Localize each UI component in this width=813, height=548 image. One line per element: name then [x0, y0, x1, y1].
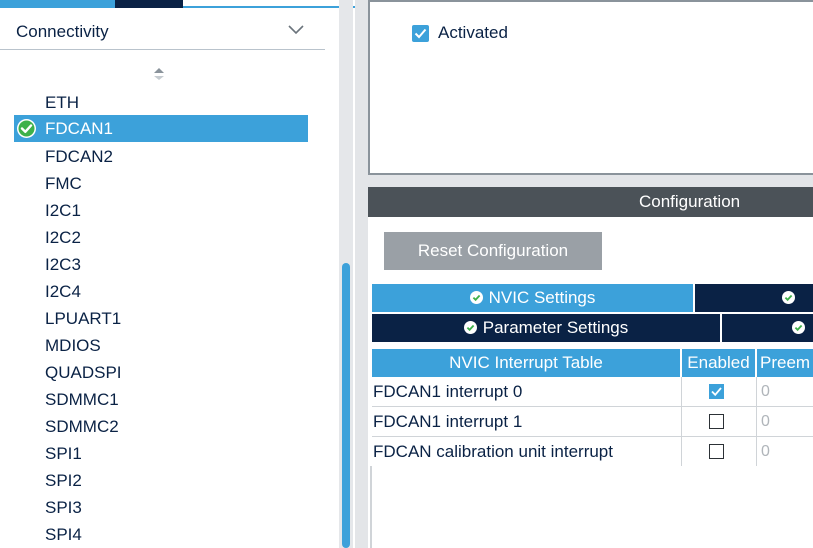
sort-icon[interactable]: [153, 67, 165, 81]
peripheral-item-i2c2[interactable]: I2C2: [45, 225, 81, 251]
column-header-enabled[interactable]: Enabled: [682, 349, 756, 377]
cell-divider: [681, 377, 682, 407]
check-circle-icon: [17, 119, 36, 138]
mode-panel: [368, 0, 813, 175]
interrupt-name: FDCAN1 interrupt 1: [373, 412, 523, 431]
panel-splitter[interactable]: [355, 0, 368, 548]
reset-configuration-button[interactable]: Reset Configuration: [384, 232, 602, 270]
interrupt-name: FDCAN calibration unit interrupt: [373, 442, 613, 461]
activated-checkbox[interactable]: [412, 25, 429, 42]
tab-parameter-settings[interactable]: Parameter Settings: [372, 314, 720, 342]
tab-az-strip[interactable]: [115, 0, 183, 8]
configuration-header: [368, 187, 813, 217]
peripheral-item-sdmmc1[interactable]: SDMMC1: [45, 387, 119, 413]
peripheral-item-sdmmc2[interactable]: SDMMC2: [45, 414, 119, 440]
cell-divider: [681, 437, 682, 467]
check-circle-icon: [782, 291, 795, 304]
preemption-priority[interactable]: 0: [761, 407, 770, 437]
category-label: Connectivity: [16, 22, 109, 41]
enabled-checkbox[interactable]: [709, 384, 724, 399]
peripheral-item-spi3[interactable]: SPI3: [45, 495, 82, 521]
table-empty-area: [370, 466, 813, 548]
peripheral-item-fdcan2[interactable]: FDCAN2: [45, 144, 113, 170]
tab-gpio-settings[interactable]: [695, 284, 813, 312]
cell-divider: [756, 437, 757, 467]
peripheral-item-i2c4[interactable]: I2C4: [45, 279, 81, 305]
peripheral-item-fmc[interactable]: FMC: [45, 171, 82, 197]
enabled-checkbox[interactable]: [709, 414, 724, 429]
peripheral-item-i2c1[interactable]: I2C1: [45, 198, 81, 224]
activated-label: Activated: [438, 23, 508, 42]
tab-strip-underline: [183, 0, 355, 8]
chevron-down-icon[interactable]: [287, 23, 305, 37]
category-dropdown[interactable]: Connectivity: [0, 14, 325, 50]
tab-label: Parameter Settings: [482, 318, 629, 337]
sidebar-scrollbar-thumb[interactable]: [342, 263, 350, 548]
column-header-interrupt[interactable]: NVIC Interrupt Table: [372, 349, 681, 377]
cell-divider: [681, 407, 682, 437]
column-header-preemption[interactable]: Preem: [757, 349, 813, 377]
peripheral-item-lpuart1[interactable]: LPUART1: [45, 306, 121, 332]
table-row[interactable]: FDCAN calibration unit interrupt 0: [372, 437, 813, 467]
peripheral-item-fdcan1[interactable]: FDCAN1: [14, 115, 308, 142]
tab-categories-strip[interactable]: [0, 0, 115, 8]
peripheral-item-mdios[interactable]: MDIOS: [45, 333, 101, 359]
check-circle-icon: [463, 321, 477, 334]
tab-user-constants[interactable]: [722, 314, 813, 342]
peripheral-item-spi4[interactable]: SPI4: [45, 522, 82, 548]
peripheral-item-spi2[interactable]: SPI2: [45, 468, 82, 494]
panel-separator: [368, 175, 813, 187]
table-row[interactable]: FDCAN1 interrupt 0 0: [372, 377, 813, 407]
preemption-priority[interactable]: 0: [761, 437, 770, 467]
preemption-priority[interactable]: 0: [761, 377, 770, 407]
cell-divider: [756, 407, 757, 437]
table-row[interactable]: FDCAN1 interrupt 1 0: [372, 407, 813, 437]
interrupt-name: FDCAN1 interrupt 0: [373, 382, 523, 401]
peripheral-item-spi1[interactable]: SPI1: [45, 441, 82, 467]
peripheral-item-quadspi[interactable]: QUADSPI: [45, 360, 122, 386]
cell-divider: [756, 377, 757, 407]
peripheral-item-eth[interactable]: ETH: [45, 90, 79, 116]
check-circle-icon: [792, 321, 805, 334]
peripheral-item-label: FDCAN1: [45, 119, 114, 138]
tab-label: NVIC Settings: [488, 288, 596, 307]
configuration-title: Configuration: [639, 192, 741, 211]
peripheral-item-i2c3[interactable]: I2C3: [45, 252, 81, 278]
tab-nvic-settings[interactable]: NVIC Settings: [372, 284, 693, 312]
check-circle-icon: [469, 291, 483, 304]
enabled-checkbox[interactable]: [709, 444, 724, 459]
